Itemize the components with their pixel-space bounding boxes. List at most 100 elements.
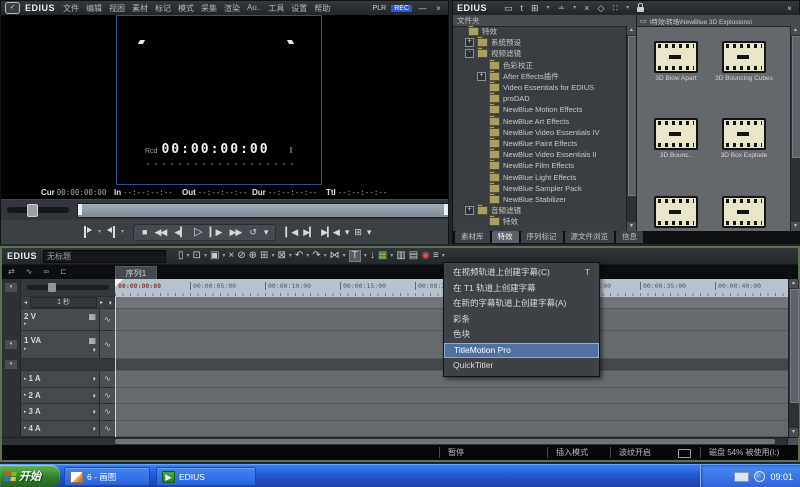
ripple-cut-button[interactable]: ⊘ [237,251,245,261]
speaker-icon[interactable]: ◑ [91,374,96,383]
toggle-palettes-button[interactable]: ▥ [396,251,405,261]
set-out-point-button[interactable] [106,226,116,238]
print-to-tape-button[interactable]: ▦ [378,251,387,261]
select-mode-icon[interactable]: ⊏ [60,267,67,276]
prev-frame-button[interactable]: ◀▎ [174,228,186,237]
tab-source-browser[interactable]: 源文件浏览 [565,231,615,243]
speaker-icon[interactable]: ◑ [91,391,96,400]
tree-item-audio-filters[interactable]: +音频滤镜 [453,205,627,216]
track-curve-icon[interactable]: ∿ [99,309,115,330]
dropdown-icon[interactable]: ▾ [222,253,225,259]
tree-item-newblue-ve2[interactable]: NewBlue Video Essentials II [453,149,627,160]
menu-mode[interactable]: 模式 [178,3,194,14]
dropdown-icon[interactable]: ▾ [204,253,207,259]
speaker-icon[interactable]: ◑ [91,424,96,433]
text-tool-icon[interactable]: t [521,4,524,13]
tree-expander[interactable]: + [465,38,474,47]
collapse-tracks-icon[interactable]: ▾ [5,283,17,292]
stop-button[interactable]: ■ [142,228,146,237]
view-mode-icon[interactable]: ∷ [612,4,618,13]
thumbs-scrollbar[interactable]: ▲ ▼ [790,26,800,231]
playhead-icon[interactable] [115,279,123,287]
export-button[interactable]: ↓ [370,251,375,261]
track-curve-icon[interactable]: ∿ [99,388,115,404]
tree-item-after-effects[interactable]: +After Effects插件 [453,71,627,82]
hscroll-end-box[interactable] [787,438,798,445]
delete-in-out-button[interactable]: ⊠ [277,251,285,261]
taskbar-button-paint[interactable]: 6 - 画图 [64,467,150,486]
tree-item-newblue-art[interactable]: NewBlue Art Effects [453,116,627,127]
tree-expander[interactable]: - [465,49,474,58]
position-scrub-bar[interactable] [77,203,449,218]
film-icon[interactable]: ▦ [88,312,96,321]
tree-item-video-filters[interactable]: -视频滤镜 [453,48,627,59]
rewind-button[interactable]: ◀◀ [154,228,166,237]
menu-settings[interactable]: 设置 [291,3,307,14]
new-sequence-button[interactable]: ▯ [178,251,184,261]
effect-thumb-6[interactable] [713,196,775,230]
monitor-view-icon[interactable]: ▭ [504,4,513,13]
view-mode-dropdown-icon[interactable]: ▾ [626,5,629,11]
timeline-vertical-scrollbar[interactable]: ▲ ▼ [788,279,799,437]
tab-sequence-marker[interactable]: 序列标记 [521,231,563,243]
tree-expander[interactable]: + [465,206,474,215]
timeline-zoom-slider[interactable] [27,285,109,290]
menu-marker[interactable]: 标记 [155,3,171,14]
effects-close-button[interactable]: × [784,4,795,13]
track-curve-icon[interactable]: ∿ [99,331,115,358]
scroll-up-icon[interactable]: ▲ [627,26,636,35]
input-method-icon[interactable] [734,472,749,482]
trim-out-button[interactable]: ▶▎ [303,228,315,237]
menu-item-color-matte[interactable]: 色块 [444,327,599,343]
lock-icon[interactable] [637,7,644,12]
menu-item-create-title-new-track[interactable]: 在新的字幕轨道上创建字幕(A) [444,296,599,312]
track-header-1va[interactable]: ▾ 1 VA▦▸◑ ∿ [2,331,115,359]
waveform-mode-icon[interactable]: ∿ [26,267,33,276]
tree-item-video-essentials[interactable]: Video Essentials for EDIUS [453,82,627,93]
divider-dropdown-icon[interactable]: ▾ [573,5,576,11]
menu-edit[interactable]: 编辑 [86,3,102,14]
record-button[interactable]: ◉ [421,251,430,261]
expand-track-icon[interactable]: ▸ [24,321,27,327]
loop-mode-icon[interactable]: ∞ [43,267,49,276]
track-header-3a[interactable]: ▸3 A◑ ∿ [2,404,115,421]
thumbs-scroll-thumb[interactable] [792,36,800,158]
redo-button[interactable]: ↷ [312,251,320,261]
new-group-dropdown-icon[interactable]: ▾ [547,5,550,11]
tree-item-prodad[interactable]: proDAD [453,93,627,104]
effect-thumb-box-explode[interactable]: 3D Box Explode [713,118,775,159]
tree-item-newblue-paint[interactable]: NewBlue Paint Effects [453,138,627,149]
scroll-up-icon[interactable]: ▲ [791,26,800,35]
track-curve-icon[interactable]: ∿ [99,421,115,437]
track-header-2a[interactable]: ▸2 A◑ ∿ [2,388,115,405]
jog-slider[interactable] [7,207,69,213]
menu-help[interactable]: 帮助 [314,3,330,14]
effect-thumb-bouncing-cubes[interactable]: 3D Bouncing Cubes [713,41,775,82]
dropdown-icon[interactable]: ▾ [271,253,274,259]
taskbar-clock[interactable]: 09:01 [770,472,793,482]
expand-track-icon[interactable]: ▸ [24,392,27,398]
collapse-track-icon[interactable]: ▾ [5,360,17,369]
zoom-slider-handle[interactable] [48,283,56,292]
tree-scroll-thumb[interactable] [628,36,636,196]
copy-button[interactable]: ⊕ [249,251,257,261]
set-in-point-button[interactable] [83,226,93,238]
tab-effects[interactable]: 特效 [492,231,519,243]
minimize-button[interactable]: — [417,4,428,13]
loop-dropdown-icon[interactable]: ▾ [264,228,268,237]
set-in-dropdown-icon[interactable]: ▾ [98,229,101,235]
fast-forward-button[interactable]: ▶▶ [229,228,241,237]
menu-render[interactable]: 渲染 [224,3,240,14]
layout-button[interactable]: ≡ [433,251,439,261]
dropdown-icon[interactable]: ▾ [187,253,190,259]
match-frame-button[interactable]: ▶▎◀ [321,228,339,237]
timeline-vscroll-thumb[interactable] [790,289,799,403]
track-lane-3a[interactable] [115,404,788,421]
open-project-button[interactable]: ⊡ [193,251,201,261]
track-lane-4a[interactable] [115,421,788,438]
effect-thumb-bounce[interactable]: 3D Bounc.. [645,118,707,159]
rec-button[interactable]: REC [391,5,412,12]
menu-item-titlemotion-pro[interactable]: TitleMotion Pro [444,343,599,359]
dropdown-icon[interactable]: ▾ [343,253,346,259]
menu-item-create-title-t1-track[interactable]: 在 T1 轨道上创建字幕 [444,281,599,297]
